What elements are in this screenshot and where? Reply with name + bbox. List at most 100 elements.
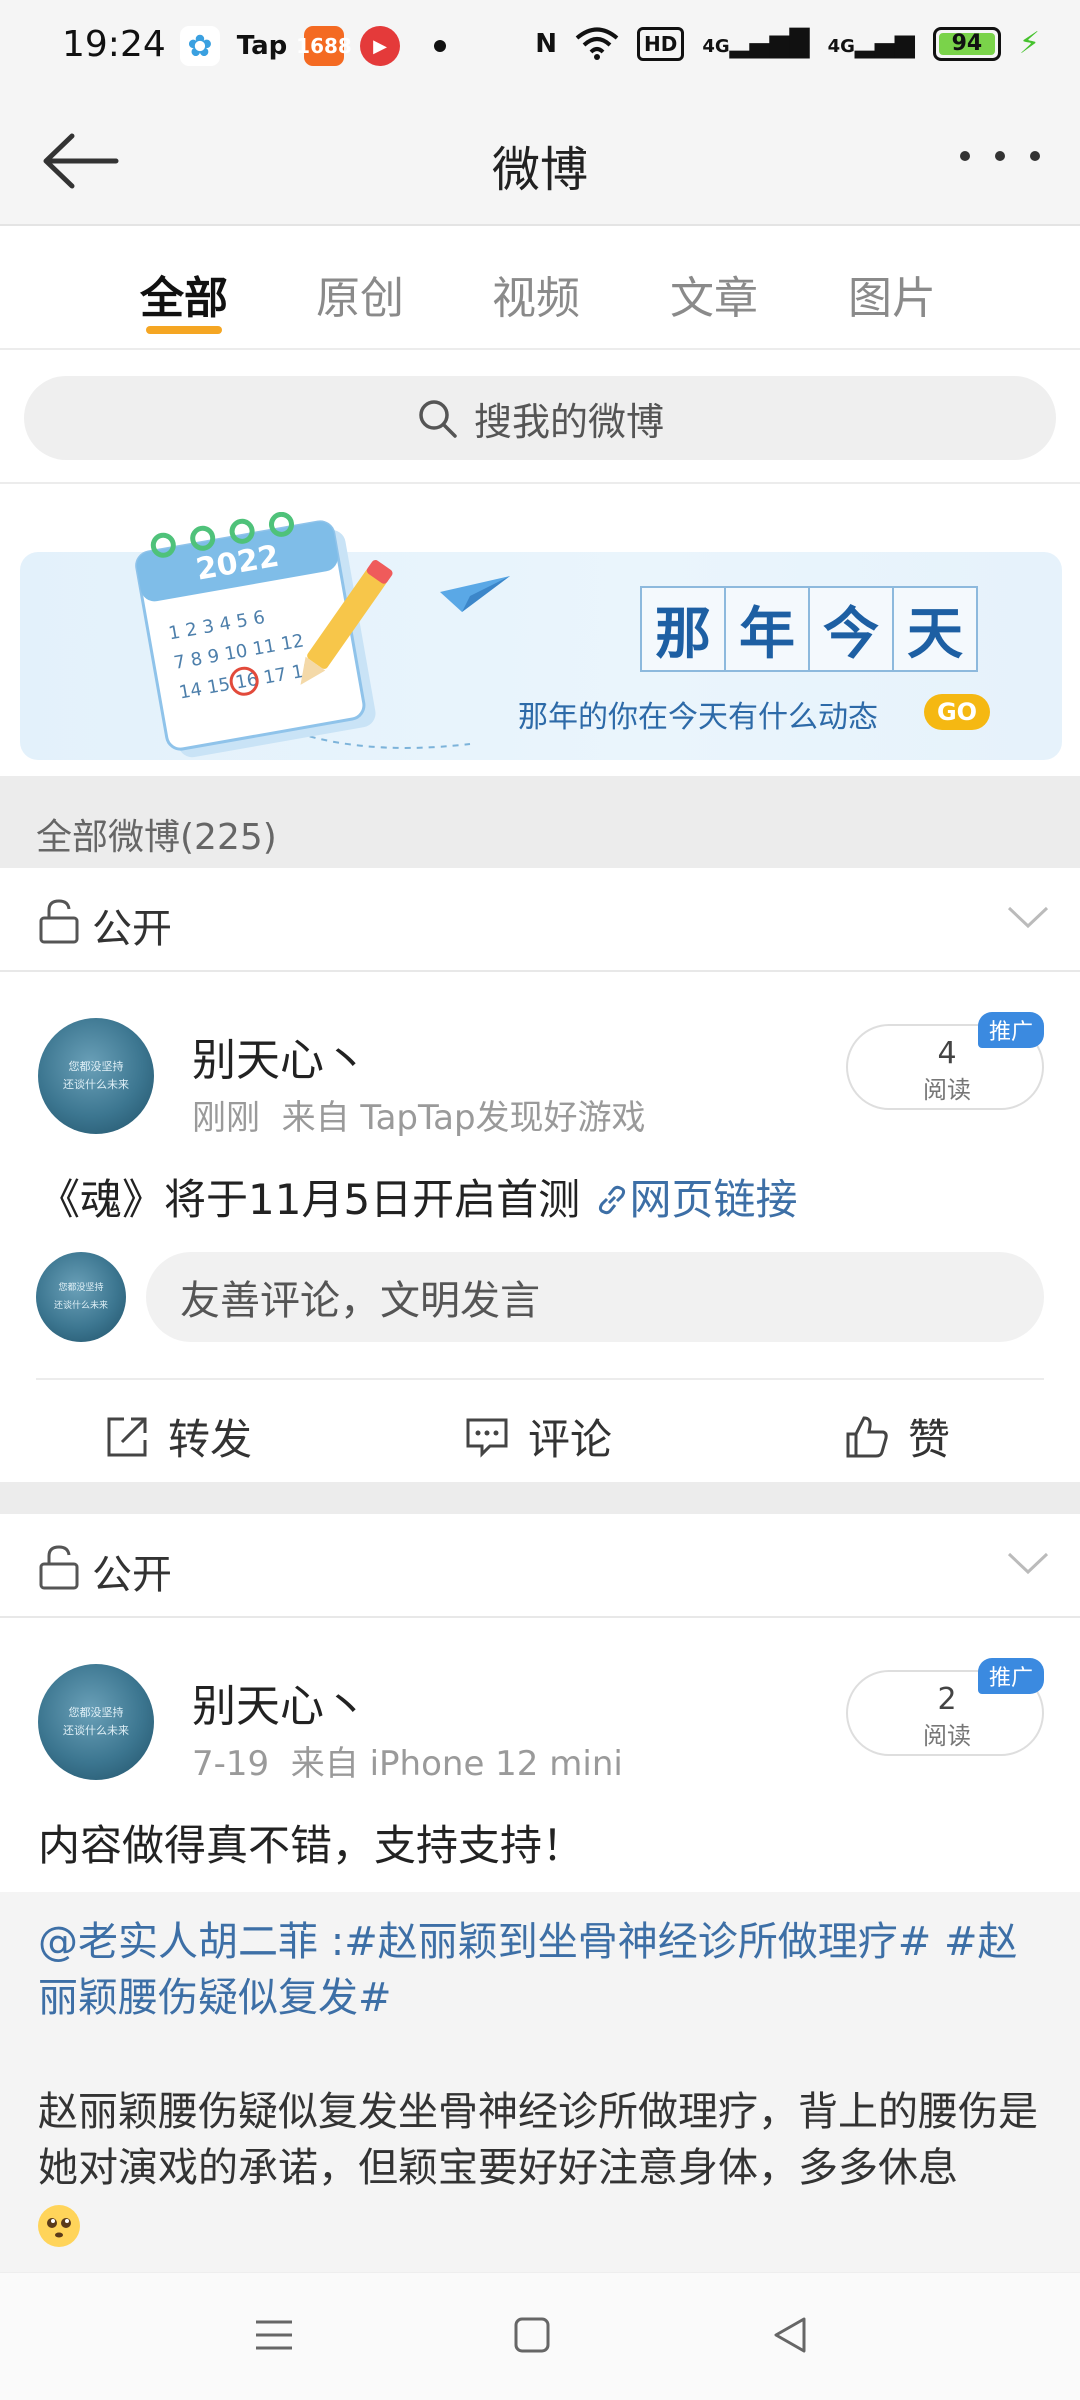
active-tab-indicator [146,326,222,334]
back-triangle-icon[interactable] [770,2315,810,2355]
avatar[interactable]: 您都没坚持 还谈什么未来 [38,1018,154,1134]
banner-title-char: 那 [640,586,726,672]
like-label: 赞 [908,1415,951,1464]
search-section: 搜我的微博 [0,352,1080,484]
battery-icon: 94 [932,26,1001,61]
avatar-text-line: 您都没坚持 [58,1283,104,1293]
banner-go-button[interactable]: GO [924,694,990,730]
repost-header: @老实人胡二菲 :#赵丽颖到坐骨神经诊所做理疗# #赵丽颖腰伤疑似复发# [38,1914,1048,2026]
forward-button[interactable]: 转发 [104,1406,252,1467]
post-source: 来自 TapTap发现好游戏 [281,1098,646,1138]
like-button[interactable]: 赞 [844,1406,950,1467]
author-name[interactable]: 别天心丶 [192,1670,368,1734]
comment-input[interactable]: 友善评论，文明发言 [146,1252,1044,1342]
unlock-icon [39,899,79,944]
tab-all[interactable]: 全部 [140,262,228,326]
post-header: 您都没坚持 还谈什么未来 别天心丶 刚刚 来自 TapTap发现好游戏 4 阅读… [0,972,1080,1166]
calendar-illustration-icon: 2022 1 2 3 4 5 6 7 8 9 10 11 12 14 15 16… [135,512,510,758]
home-icon[interactable] [512,2315,552,2355]
reposted-content[interactable]: @老实人胡二菲 :#赵丽颖到坐骨神经诊所做理疗# #赵丽颖腰伤疑似复发# 赵丽颖… [0,1892,1080,2272]
forward-label: 转发 [168,1415,253,1464]
tab-original[interactable]: 原创 [316,262,404,326]
read-count-badge[interactable]: 2 阅读 推广 [846,1658,1044,1756]
page-title: 微博 [491,142,588,198]
promote-badge[interactable]: 推广 [978,1658,1044,1694]
signal-4g-label-2: 4G [827,35,855,57]
status-system-icons: N HD 4G▂▄▆█ 4G▂▄▆ 94 ⚡ [535,26,1040,61]
wifi-icon [575,27,619,60]
repost-body: 赵丽颖腰伤疑似复发坐骨神经诊所做理疗，背上的腰伤是她对演戏的承诺，但颖宝要好好注… [38,2084,1048,2252]
tab-article[interactable]: 文章 [670,262,758,326]
status-notification-icons: ✿ Tap 1688 ▶ [180,26,446,66]
search-input[interactable]: 搜我的微博 [24,376,1056,460]
post-content: 《魂》将于11月5日开启首测 网页链接 [38,1166,798,1227]
chevron-down-icon[interactable] [1006,904,1050,930]
post-meta: 刚刚 来自 TapTap发现好游戏 [192,1090,646,1139]
nfc-icon: N [535,28,557,59]
my-avatar[interactable]: 您都没坚持 还谈什么未来 [36,1252,126,1342]
on-this-day-title: 那 年 今 天 [640,586,978,672]
more-notifications-dot-icon [434,40,446,52]
unlock-icon [39,1545,79,1590]
post-text: 《魂》将于11月5日开启首测 [38,1175,581,1224]
read-label: 阅读 [923,1722,971,1750]
tab-video[interactable]: 视频 [492,262,580,326]
web-link[interactable]: 网页链接 [594,1175,798,1224]
post-visibility-row[interactable]: 公开 [0,868,1080,972]
avatar-text-line: 还谈什么未来 [63,1078,129,1091]
banner-title-char: 天 [892,586,978,672]
signal-4g-icon-1: 4G▂▄▆█ [702,28,810,59]
mention-link[interactable]: @老实人胡二菲 [38,1919,318,1965]
avatar-text-line: 您都没坚持 [68,1060,124,1073]
post-visibility-row[interactable]: 公开 [0,1514,1080,1618]
promote-badge[interactable]: 推广 [978,1012,1044,1048]
comment-button[interactable]: 评论 [464,1406,612,1467]
post-actions: 转发 评论 赞 [0,1378,1080,1482]
banner-subtitle: 那年的你在今天有什么动态 [518,700,878,735]
search-placeholder: 搜我的微博 [473,399,664,444]
video-app-icon: ▶ [360,26,400,66]
all-posts-header: 全部微博(225) [0,776,1080,868]
post-time: 7-19 [192,1744,270,1784]
link-icon [598,1185,625,1215]
system-navigation-bar [0,2272,1080,2400]
web-link-text: 网页链接 [629,1175,798,1224]
author-name[interactable]: 别天心丶 [192,1024,368,1088]
comment-label: 评论 [528,1415,613,1464]
post-separator [0,1482,1080,1514]
tab-pictures[interactable]: 图片 [848,262,936,326]
more-options-icon[interactable] [960,136,1040,176]
top-navbar: 微博 [0,96,1080,226]
taptap-app-icon: Tap [236,31,288,61]
comment-row: 您都没坚持 还谈什么未来 友善评论，文明发言 [0,1234,1080,1360]
repost-text: 赵丽颖腰伤疑似复发坐骨神经诊所做理疗，背上的腰伤是她对演戏的承诺，但颖宝要好好注… [38,2089,1038,2191]
status-bar: 19:24 ✿ Tap 1688 ▶ N HD 4G▂▄▆█ 4G▂▄▆ 94 … [0,0,1080,96]
thumbs-up-icon [846,1415,888,1457]
pinwheel-app-icon: ✿ [180,26,220,66]
search-icon [419,400,457,438]
comment-icon [466,1418,508,1458]
status-time: 19:24 [62,24,166,65]
pleading-face-emoji-icon [38,2205,80,2247]
topic-link[interactable]: #赵丽颖到坐骨神经诊所做理疗# [344,1919,931,1965]
post-time: 刚刚 [192,1098,260,1138]
visibility-label: 公开 [92,1552,172,1598]
post-source: 来自 iPhone 12 mini [290,1744,623,1784]
all-posts-count: 全部微博(225) [36,817,277,858]
read-count-badge[interactable]: 4 阅读 推广 [846,1012,1044,1110]
signal-4g-label-1: 4G [702,35,730,57]
banner-title-char: 今 [808,586,894,672]
filter-tabs: 全部 原创 视频 文章 图片 [0,228,1080,350]
avatar-text-line: 还谈什么未来 [63,1724,129,1737]
hd-voice-icon: HD [636,26,685,61]
avatar-text-line: 您都没坚持 [68,1706,124,1719]
menu-icon[interactable] [254,2315,294,2355]
read-label: 阅读 [923,1076,971,1104]
battery-level: 94 [951,31,983,56]
chevron-down-icon[interactable] [1006,1550,1050,1576]
post-text: 内容做得真不错，支持支持！ [38,1821,585,1870]
1688-app-icon: 1688 [296,26,352,66]
signal-4g-icon-2: 4G▂▄▆ [827,28,915,59]
avatar[interactable]: 您都没坚持 还谈什么未来 [38,1664,154,1780]
post-meta: 7-19 来自 iPhone 12 mini [192,1736,623,1785]
